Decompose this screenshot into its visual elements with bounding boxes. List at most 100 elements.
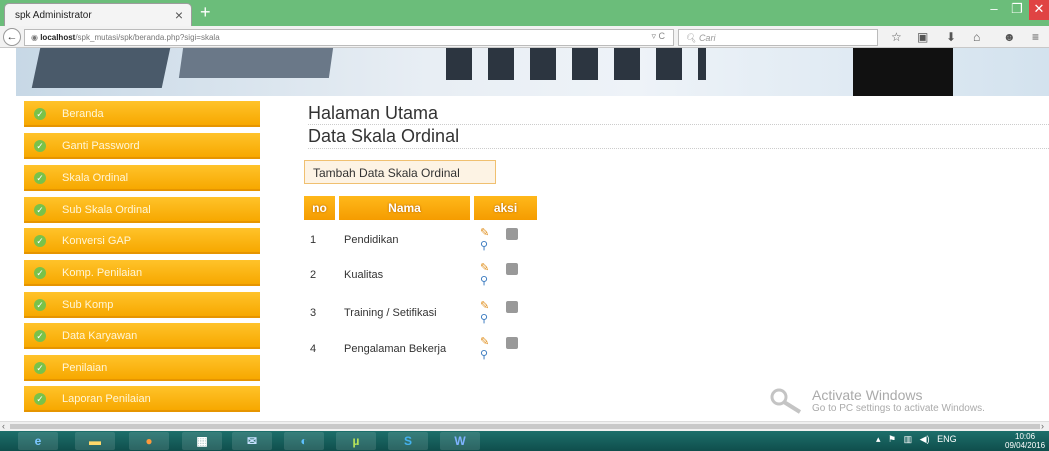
sidebar-item-konversi-gap[interactable]: ✓ Konversi GAP bbox=[24, 228, 260, 254]
word-icon[interactable]: W bbox=[440, 432, 480, 450]
globe-icon: ◉ bbox=[31, 33, 41, 42]
ie-icon[interactable]: e bbox=[18, 432, 58, 450]
check-icon: ✓ bbox=[34, 108, 46, 120]
trash-icon[interactable] bbox=[506, 228, 518, 240]
check-icon: ✓ bbox=[34, 362, 46, 374]
magnifier-icon[interactable]: ⚲ bbox=[480, 275, 494, 287]
sidebar-item-label: Komp. Penilaian bbox=[62, 267, 143, 279]
sidebar-item-label: Sub Skala Ordinal bbox=[62, 204, 151, 216]
sidebar-item-skala-ordinal[interactable]: ✓ Skala Ordinal bbox=[24, 165, 260, 191]
banner-photo-mid bbox=[178, 48, 334, 78]
column-header-nama: Nama bbox=[339, 196, 470, 220]
sidebar-item-label: Skala Ordinal bbox=[62, 172, 129, 184]
sidebar-item-sub-komp[interactable]: ✓ Sub Komp bbox=[24, 292, 260, 318]
check-icon: ✓ bbox=[34, 204, 46, 216]
home-icon[interactable]: ⌂ bbox=[973, 30, 980, 44]
banner-photo-left bbox=[31, 48, 171, 88]
chat-icon[interactable]: ☻ bbox=[1003, 30, 1016, 44]
header-banner bbox=[16, 48, 1049, 96]
column-header-no: no bbox=[304, 196, 335, 220]
file-explorer-icon[interactable]: ▬ bbox=[75, 432, 115, 450]
magnifier-icon[interactable]: ⚲ bbox=[480, 349, 494, 361]
row-no: 1 bbox=[310, 234, 317, 246]
maximize-button[interactable]: ❐ bbox=[1006, 0, 1028, 20]
check-icon: ✓ bbox=[34, 299, 46, 311]
check-icon: ✓ bbox=[34, 393, 46, 405]
tab-title: spk Administrator bbox=[15, 10, 92, 21]
mail-icon[interactable]: ✉ bbox=[232, 432, 272, 450]
sidebar-item-label: Penilaian bbox=[62, 362, 108, 374]
sidebar-item-beranda[interactable]: ✓ Beranda bbox=[24, 101, 260, 127]
edit-icon[interactable]: ✎ bbox=[480, 227, 494, 239]
scroll-right-icon[interactable]: › bbox=[1041, 421, 1044, 431]
banner-people-silhouettes bbox=[446, 48, 706, 80]
edit-icon[interactable]: ✎ bbox=[480, 300, 494, 312]
menu-icon[interactable]: ≡ bbox=[1032, 30, 1039, 44]
search-bar[interactable]: 🔍︎ Cari bbox=[678, 29, 878, 46]
new-tab-button[interactable]: + bbox=[200, 2, 211, 23]
search-icon: 🔍︎ bbox=[685, 33, 699, 43]
edit-icon[interactable]: ✎ bbox=[480, 336, 494, 348]
trash-icon[interactable] bbox=[506, 301, 518, 313]
flag-icon[interactable]: ⚑ bbox=[888, 434, 896, 444]
row-nama: Training / Setifikasi bbox=[344, 307, 437, 319]
sidebar-item-sub-skala-ordinal[interactable]: ✓ Sub Skala Ordinal bbox=[24, 197, 260, 223]
check-icon: ✓ bbox=[34, 267, 46, 279]
sidebar-item-label: Konversi GAP bbox=[62, 235, 132, 247]
sidebar-item-laporan-penilaian[interactable]: ✓ Laporan Penilaian bbox=[24, 386, 260, 412]
download-icon[interactable]: ⬇ bbox=[946, 30, 956, 44]
edit-icon[interactable]: ✎ bbox=[480, 262, 494, 274]
sidebar-item-ganti-password[interactable]: ✓ Ganti Password bbox=[24, 133, 260, 159]
section-divider bbox=[308, 148, 1049, 149]
page-title: Halaman Utama bbox=[308, 103, 439, 123]
url-path: /spk_mutasi/spk/beranda.php?sigi=skala bbox=[75, 33, 220, 42]
add-skala-button[interactable]: Tambah Data Skala Ordinal bbox=[304, 160, 496, 184]
browser-tab-bar: spk Administrator × + – ❐ ✕ bbox=[0, 0, 1049, 26]
watermark-title: Activate Windows bbox=[812, 387, 923, 403]
row-no: 3 bbox=[310, 307, 317, 319]
network-icon[interactable]: ▥ bbox=[904, 434, 913, 444]
sidebar-item-penilaian[interactable]: ✓ Penilaian bbox=[24, 355, 260, 381]
close-tab-icon[interactable]: × bbox=[175, 7, 183, 23]
scroll-left-icon[interactable]: ‹ bbox=[2, 421, 5, 431]
horizontal-scrollbar[interactable]: ‹ › bbox=[0, 421, 1049, 431]
check-icon: ✓ bbox=[34, 140, 46, 152]
browser-tab[interactable]: spk Administrator × bbox=[4, 3, 192, 26]
sidebar-item-data-karyawan[interactable]: ✓ Data Karyawan bbox=[24, 323, 260, 349]
url-bar[interactable]: ◉ localhost/spk_mutasi/spk/beranda.php?s… bbox=[24, 29, 674, 46]
reader-icon[interactable]: ▣ bbox=[917, 30, 928, 44]
chrome-icon[interactable]: ◐ bbox=[284, 432, 324, 450]
sidebar-item-label: Sub Komp bbox=[62, 299, 114, 311]
sidebar-item-komp-penilaian[interactable]: ✓ Komp. Penilaian bbox=[24, 260, 260, 286]
magnifier-icon[interactable]: ⚲ bbox=[480, 313, 494, 325]
search-placeholder: Cari bbox=[698, 33, 716, 43]
browser-nav-bar: ← ◉ localhost/spk_mutasi/spk/beranda.php… bbox=[0, 26, 1049, 48]
back-button[interactable]: ← bbox=[3, 28, 21, 46]
tray-arrow-icon[interactable]: ▴ bbox=[876, 434, 881, 444]
trash-icon[interactable] bbox=[506, 337, 518, 349]
trash-icon[interactable] bbox=[506, 263, 518, 275]
sidebar-item-label: Laporan Penilaian bbox=[62, 393, 151, 405]
clock-date: 09/04/2016 bbox=[1005, 441, 1046, 450]
star-icon[interactable]: ☆ bbox=[891, 30, 902, 44]
check-icon: ✓ bbox=[34, 235, 46, 247]
watermark-subtitle: Go to PC settings to activate Windows. bbox=[812, 403, 985, 414]
language-indicator[interactable]: ENG bbox=[937, 434, 957, 444]
reload-icon[interactable]: ▿ C bbox=[651, 31, 665, 42]
system-clock[interactable]: 10:06 09/04/2016 bbox=[1005, 432, 1045, 450]
skype-icon[interactable]: S bbox=[388, 432, 428, 450]
minimize-button[interactable]: – bbox=[983, 0, 1005, 20]
volume-icon[interactable]: ◀) bbox=[920, 434, 930, 444]
scrollbar-thumb[interactable] bbox=[10, 424, 1040, 429]
title-divider bbox=[308, 124, 1049, 125]
banner-suit-image bbox=[853, 48, 953, 96]
sidebar-item-label: Beranda bbox=[62, 108, 104, 120]
magnifier-icon[interactable]: ⚲ bbox=[480, 240, 494, 252]
firefox-icon[interactable]: ● bbox=[129, 432, 169, 450]
sidebar-item-label: Data Karyawan bbox=[62, 330, 138, 342]
utorrent-icon[interactable]: µ bbox=[336, 432, 376, 450]
row-nama: Pendidikan bbox=[344, 234, 399, 246]
row-nama: Kualitas bbox=[344, 269, 384, 281]
store-icon[interactable]: ▦ bbox=[182, 432, 222, 450]
close-window-button[interactable]: ✕ bbox=[1029, 0, 1049, 20]
